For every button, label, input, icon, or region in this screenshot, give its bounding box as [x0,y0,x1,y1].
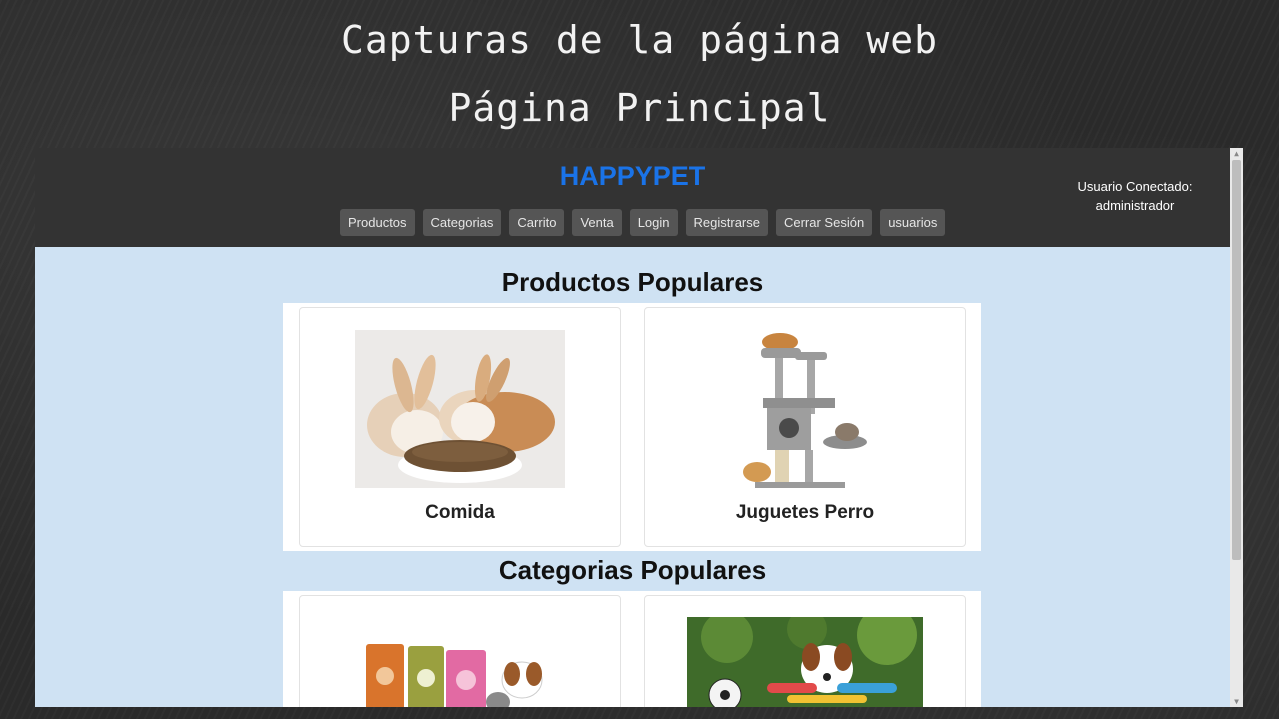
user-label: Usuario Conectado: [1077,179,1193,194]
popular-categories-heading: Categorias Populares [498,555,767,585]
slide-title: Capturas de la página web [341,18,938,62]
nav-productos-button[interactable]: Productos [340,209,415,236]
category-image-pet-food [362,636,552,707]
navbar: HAPPYPET Productos Categorias Carrito Ve… [35,148,1230,247]
nav-categorias-button[interactable]: Categorias [422,209,502,236]
popular-categories-panel [283,591,981,707]
main-menu: Productos Categorias Carrito Venta Login… [340,209,946,236]
category-card[interactable] [299,595,621,707]
connected-user: Usuario Conectado: administrador [1075,177,1195,215]
category-image-dog-toys [687,617,923,707]
vertical-scrollbar[interactable]: ▲ ▼ [1230,148,1243,707]
product-name: Comida [425,502,495,523]
nav-registrarse-button[interactable]: Registrarse [685,209,768,236]
popular-products-panel: Comida Juguetes Perro [283,303,981,551]
product-name: Juguetes Perro [735,502,875,523]
scroll-down-icon[interactable]: ▼ [1230,696,1243,707]
brand-logo[interactable]: HAPPYPET [35,161,1230,192]
nav-usuarios-button[interactable]: usuarios [880,209,946,236]
product-image-cat-tree [735,326,875,490]
product-image-rabbits [355,330,565,488]
product-card[interactable]: Comida [299,307,621,547]
scroll-thumb[interactable] [1232,160,1241,560]
nav-cerrar-sesion-button[interactable]: Cerrar Sesión [775,209,873,236]
nav-login-button[interactable]: Login [629,209,678,236]
popular-products-heading: Productos Populares [501,267,764,297]
nav-carrito-button[interactable]: Carrito [509,209,565,236]
slide-subtitle: Página Principal [448,86,831,130]
scroll-up-icon[interactable]: ▲ [1230,148,1243,159]
browser-viewport: HAPPYPET Productos Categorias Carrito Ve… [35,148,1243,707]
user-name: administrador [1095,198,1175,213]
category-card[interactable] [644,595,966,707]
product-card[interactable]: Juguetes Perro [644,307,966,547]
nav-venta-button[interactable]: Venta [572,209,622,236]
